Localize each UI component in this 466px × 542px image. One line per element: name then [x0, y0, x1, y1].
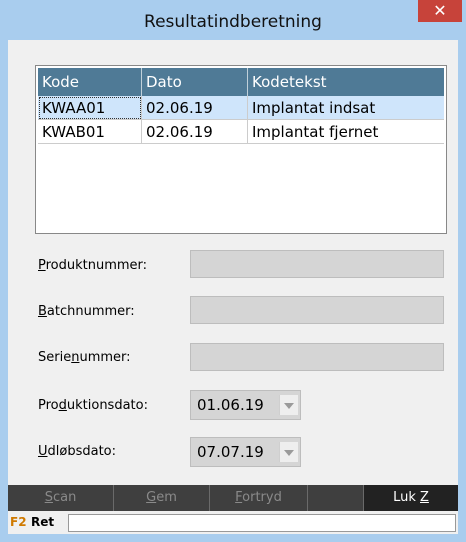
batchnummer-label: Batchnummer: — [38, 304, 135, 319]
produktionsdato-dropdown[interactable]: 01.06.19 — [190, 390, 301, 420]
dialog-content: Kode Dato Kodetekst KWAA01 02.06.19 Impl… — [8, 40, 458, 534]
gem-button[interactable]: Gem — [114, 485, 210, 511]
cell-kodetekst: Implantat indsat — [248, 96, 444, 120]
produktnummer-label: Produktnummer: — [38, 258, 148, 273]
close-icon: ✕ — [433, 1, 447, 20]
button-bar: Scan Gem Fortryd Luk Z — [8, 485, 458, 511]
produktnummer-field[interactable] — [190, 250, 444, 278]
result-table[interactable]: Kode Dato Kodetekst KWAA01 02.06.19 Impl… — [35, 65, 447, 234]
cell-kode: KWAB01 — [38, 120, 142, 144]
scan-button[interactable]: Scan — [8, 485, 114, 511]
close-button[interactable]: ✕ — [418, 0, 462, 22]
produktionsdato-value: 01.06.19 — [197, 396, 264, 414]
status-bar: F2 Ret — [8, 513, 458, 534]
title-bar[interactable]: Resultatindberetning ✕ — [0, 0, 466, 40]
cell-kode: KWAA01 — [38, 96, 142, 120]
table-header-row: Kode Dato Kodetekst — [38, 68, 444, 96]
cell-dato: 02.06.19 — [142, 96, 248, 120]
button-bar-spacer — [308, 485, 364, 511]
shortcut-label: Ret — [31, 515, 55, 529]
result-dialog-window: Resultatindberetning ✕ Kode Dato Kodetek… — [0, 0, 466, 542]
status-field — [68, 514, 456, 532]
column-header-kodetekst[interactable]: Kodetekst — [248, 68, 444, 96]
cell-dato: 02.06.19 — [142, 120, 248, 144]
cell-kodetekst: Implantat fjernet — [248, 120, 444, 144]
chevron-down-icon[interactable] — [279, 442, 298, 462]
serienummer-label: Serienummer: — [38, 350, 131, 365]
shortcut-key: F2 — [10, 515, 27, 529]
table-row[interactable]: KWAA01 02.06.19 Implantat indsat — [38, 96, 444, 120]
fortryd-button[interactable]: Fortryd — [210, 485, 308, 511]
udlobsdato-dropdown[interactable]: 07.07.19 — [190, 437, 301, 467]
batchnummer-field[interactable] — [190, 296, 444, 324]
udlobsdato-label: Udløbsdato: — [38, 444, 117, 459]
serienummer-field[interactable] — [190, 343, 444, 371]
column-header-dato[interactable]: Dato — [142, 68, 248, 96]
table-row[interactable]: KWAB01 02.06.19 Implantat fjernet — [38, 120, 444, 144]
udlobsdato-value: 07.07.19 — [197, 443, 264, 461]
column-header-kode[interactable]: Kode — [38, 68, 142, 96]
produktionsdato-label: Produktionsdato: — [38, 398, 148, 413]
luk-button[interactable]: Luk Z — [364, 485, 458, 511]
chevron-down-icon[interactable] — [279, 395, 298, 415]
window-title: Resultatindberetning — [144, 12, 322, 32]
